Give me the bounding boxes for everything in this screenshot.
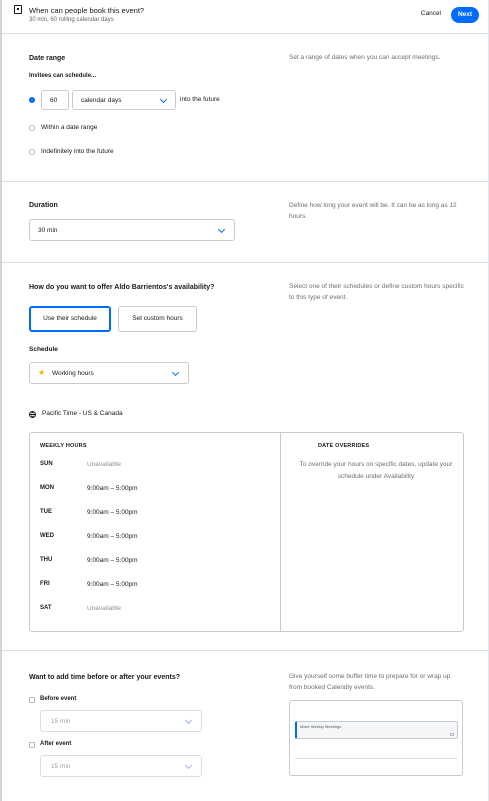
chevron-down-icon [184,761,193,770]
availability-description: Select one of their schedules or define … [289,283,464,301]
date-range-option-label[interactable]: Within a date range [41,124,97,131]
preview-event-label: Maze Weekly Meetings [300,724,342,729]
cancel-button[interactable]: Cancel [421,10,441,17]
preview-event-block: Maze Weekly Meetings [295,721,458,739]
day-label: WED [40,533,54,539]
chevron-down-icon [184,716,193,725]
schedule-table: WEEKLY HOURS DATE OVERRIDES SUN Unavaila… [29,432,464,632]
chevron-down-icon [171,368,180,377]
day-hours: 9:00am – 5:00pm [87,485,138,492]
unit-select-value: calendar days [81,97,122,104]
day-hours: 9:00am – 5:00pm [87,533,138,540]
day-label: TUE [40,509,52,515]
star-icon: ★ [38,368,46,377]
section-divider [2,262,488,263]
section-divider [2,650,488,651]
timezone-label[interactable]: Pacific Time - US & Canada [42,410,123,417]
window-frame-left [0,0,2,801]
indefinitely-option-label[interactable]: Indefinitely into the future [41,148,114,155]
set-custom-hours-button[interactable]: Set custom hours [118,306,197,332]
date-range-title: Date range [29,55,66,62]
buffer-preview: Maze Weekly Meetings [289,700,463,776]
days-input[interactable]: 60 [41,90,69,110]
unit-select[interactable]: calendar days [72,90,176,110]
next-button[interactable]: Next [451,7,479,23]
preview-divider [295,758,458,759]
buffer-title: Want to add time before or after your ev… [29,674,181,681]
weekly-hours-header: WEEKLY HOURS [40,443,87,449]
schedule-select-value: Working hours [52,370,94,377]
section-divider [2,181,488,182]
invitees-label: Invitees can schedule... [29,73,97,79]
table-divider [280,433,281,631]
duration-description: Define how long your event will be. It c… [289,202,457,220]
availability-title: How do you want to offer Aldo Barrientos… [29,284,215,291]
day-hours: Unavailable [87,461,121,468]
buffer-description: Give yourself some buffer time to prepar… [289,673,451,691]
before-event-select[interactable]: 15 min [40,710,202,732]
chevron-down-icon [217,225,226,234]
day-hours: Unavailable [87,605,121,612]
before-event-value: 15 min [51,718,71,725]
day-label: MON [40,485,54,491]
before-event-checkbox[interactable] [29,697,35,703]
duration-select-value: 30 min [38,227,58,234]
day-label: SAT [40,605,52,611]
day-hours: 9:00am – 5:00pm [87,581,138,588]
before-event-label: Before event [40,696,77,702]
day-label: THU [40,557,53,563]
after-event-select[interactable]: 15 min [40,755,202,777]
page-subtitle: 30 min, 60 rolling calendar days [29,17,114,23]
radio-rolling-days[interactable] [29,97,35,103]
schedule-select[interactable]: ★ Working hours [29,362,189,384]
calendar-icon [14,5,22,14]
after-event-checkbox[interactable] [29,742,35,748]
use-their-schedule-button[interactable]: Use their schedule [29,306,111,332]
page-title: When can people book this event? [29,6,145,15]
day-label: FRI [40,581,50,587]
date-range-description: Set a range of dates when you can accept… [289,54,441,61]
after-event-value: 15 min [51,763,71,770]
after-event-label: After event [40,741,72,747]
radio-date-range[interactable] [29,125,35,131]
schedule-label: Schedule [29,346,58,353]
date-overrides-header: DATE OVERRIDES [318,443,370,449]
radio-indefinitely[interactable] [29,149,35,155]
globe-icon [29,411,36,418]
duration-title: Duration [29,202,58,209]
days-input-value: 60 [50,97,58,104]
calendar-icon [450,733,454,736]
future-suffix-label: into the future [180,96,220,103]
duration-select[interactable]: 30 min [29,219,235,241]
day-hours: 9:00am – 5:00pm [87,509,138,516]
chevron-down-icon [159,95,168,104]
day-label: SUN [40,461,53,467]
header-bar: When can people book this event? 30 min,… [2,0,488,34]
date-overrides-text: To override your hours on specific dates… [299,461,453,480]
day-hours: 9:00am – 5:00pm [87,557,138,564]
